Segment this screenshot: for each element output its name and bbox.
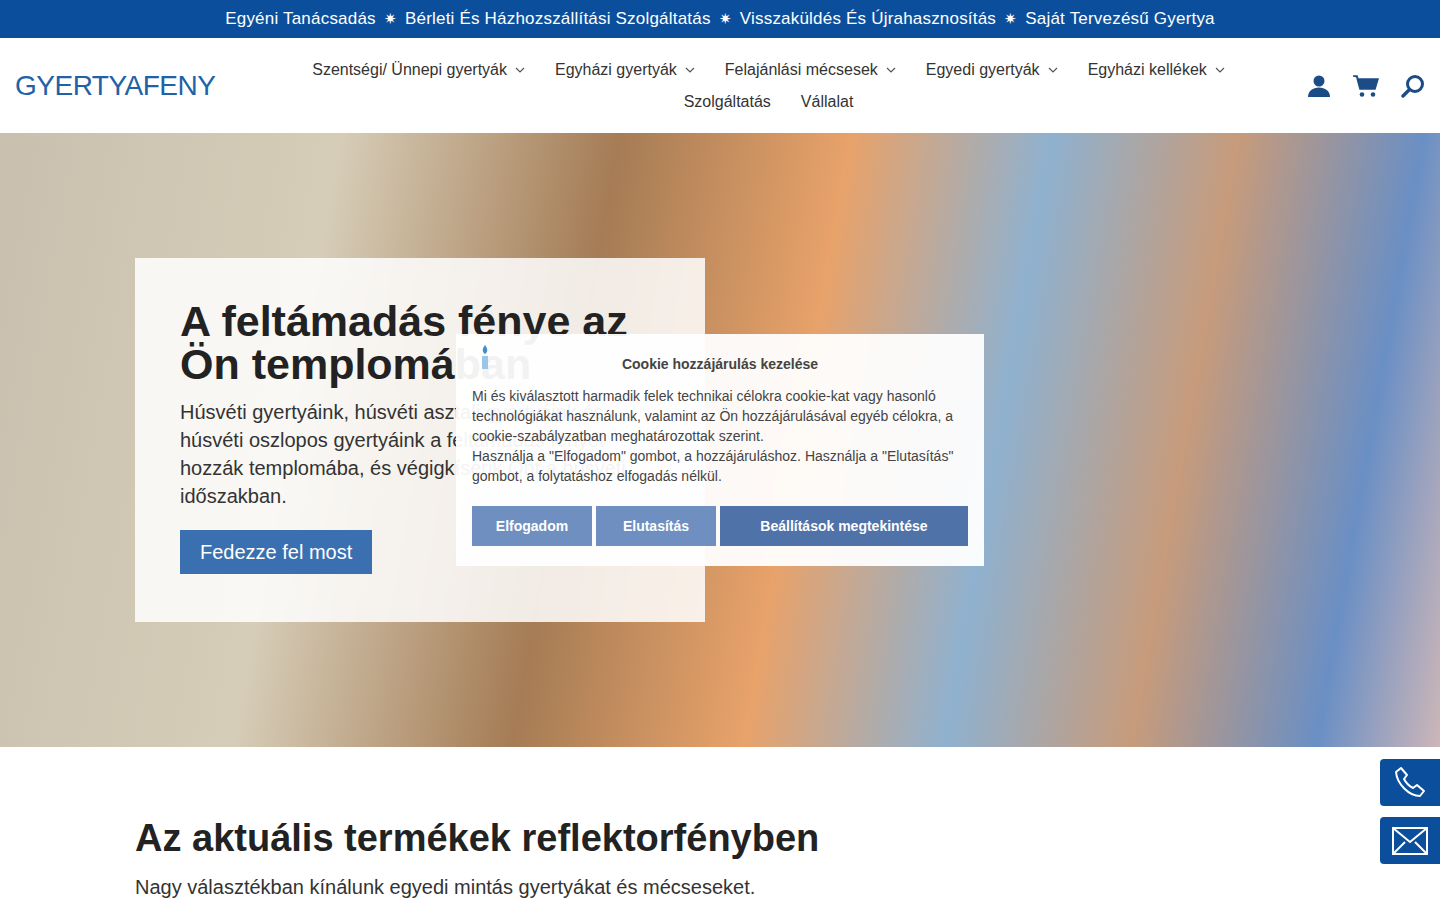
nav-item[interactable]: Szentségi/ Ünnepi gyertyák xyxy=(312,61,525,79)
top-bar-item[interactable]: Saját Tervezésű Gyertya xyxy=(1025,9,1214,29)
cookie-button[interactable]: Elfogadom xyxy=(472,506,592,546)
cookie-button[interactable]: Elutasítás xyxy=(596,506,716,546)
contact-buttons xyxy=(1380,759,1440,864)
candle-logo-icon xyxy=(478,344,492,370)
top-bar-item[interactable]: Visszaküldés És Újrahasznosítás xyxy=(740,9,996,29)
cookie-buttons: ElfogadomElutasításBeállítások megtekint… xyxy=(472,506,968,546)
chevron-down-icon xyxy=(1048,67,1058,73)
header-icons xyxy=(1307,74,1425,98)
user-icon[interactable] xyxy=(1307,74,1331,98)
phone-icon xyxy=(1393,766,1427,800)
cookie-title: Cookie hozzájárulás kezelése xyxy=(472,356,968,372)
section-subtitle: Nagy választékban kínálunk egyedi mintás… xyxy=(135,876,1305,899)
main-nav: Szentségi/ Ünnepi gyertyák Egyházi gyert… xyxy=(239,61,1299,111)
search-icon[interactable] xyxy=(1401,74,1425,98)
chevron-down-icon xyxy=(1215,67,1225,73)
envelope-icon xyxy=(1392,827,1428,855)
nav-item[interactable]: Vállalat xyxy=(801,93,853,111)
separator: ✷ xyxy=(719,10,732,28)
top-bar-item[interactable]: Egyéni Tanácsadás xyxy=(225,9,376,29)
logo[interactable]: GYERTYAFENY xyxy=(15,70,230,102)
header: GYERTYAFENY Szentségi/ Ünnepi gyertyák E… xyxy=(0,38,1440,133)
nav-item[interactable]: Egyházi kellékek xyxy=(1088,61,1225,79)
cookie-text: Használja a "Elfogadom" gombot, a hozzáj… xyxy=(472,446,968,486)
nav-item[interactable]: Felajánlási mécsesek xyxy=(725,61,896,79)
mail-button[interactable] xyxy=(1380,817,1440,864)
nav-item[interactable]: Egyházi gyertyák xyxy=(555,61,695,79)
nav-item[interactable]: Egyedi gyertyák xyxy=(926,61,1058,79)
separator: ✷ xyxy=(384,10,397,28)
products-section: Az aktuális termékek reflektorfényben Na… xyxy=(0,747,1440,899)
chevron-down-icon xyxy=(886,67,896,73)
top-bar-item[interactable]: Bérleti És Házhozszállítási Szolgáltatás xyxy=(405,9,711,29)
phone-button[interactable] xyxy=(1380,759,1440,806)
cookie-button[interactable]: Beállítások megtekintése xyxy=(720,506,968,546)
page: Egyéni Tanácsadás ✷ Bérleti És Házhozszál… xyxy=(0,0,1440,900)
separator: ✷ xyxy=(1004,10,1017,28)
discover-button[interactable]: Fedezze fel most xyxy=(180,530,372,574)
chevron-down-icon xyxy=(515,67,525,73)
chevron-down-icon xyxy=(685,67,695,73)
top-bar: Egyéni Tanácsadás ✷ Bérleti És Házhozszál… xyxy=(0,0,1440,38)
cookie-dialog: Cookie hozzájárulás kezelése Mi és kivál… xyxy=(456,334,984,566)
cart-icon[interactable] xyxy=(1353,74,1379,98)
nav-item[interactable]: Szolgáltatás xyxy=(684,93,771,111)
cookie-text: Mi és kiválasztott harmadik felek techni… xyxy=(472,386,968,446)
section-title: Az aktuális termékek reflektorfényben xyxy=(135,817,1305,860)
